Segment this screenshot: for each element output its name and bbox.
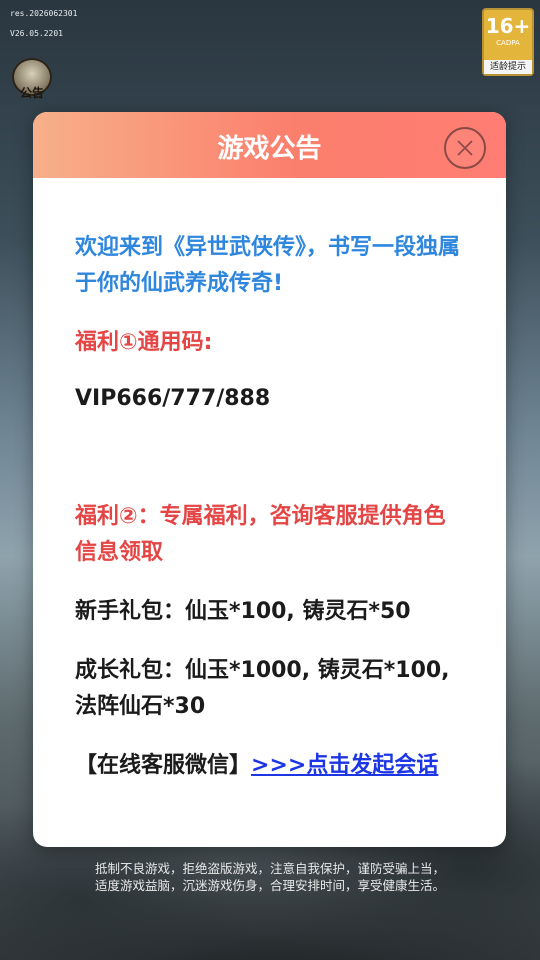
age-rating-badge[interactable]: 16+ CADPA 适龄提示 xyxy=(482,8,534,76)
build-app-version: V26.05.2201 xyxy=(10,29,63,38)
announcement-dialog: 游戏公告 欢迎来到《异世武侠传》，书写一段独属于你的仙武养成传奇! 福利①通用码… xyxy=(33,112,506,847)
health-advice-line-1: 抵制不良游戏，拒绝盗版游戏，注意自我保护，谨防受骗上当， xyxy=(94,861,445,876)
contact-line: 【在线客服微信】>>>点击发起会话 xyxy=(75,748,464,784)
contact-prefix: 【在线客服微信】 xyxy=(75,753,252,778)
dialog-title: 游戏公告 xyxy=(217,134,322,164)
age-rating-org: CADPA xyxy=(496,39,520,47)
health-advice-line-2: 适度游戏益脑，沉迷游戏伤身，合理安排时间，享受健康生活。 xyxy=(94,878,445,893)
dialog-header: 游戏公告 xyxy=(33,112,506,178)
benefit-1-title: 福利①通用码: xyxy=(75,330,213,355)
growth-pack-text: 成长礼包：仙玉*1000, 铸灵石*100, 法阵仙石*30 xyxy=(75,658,450,719)
newbie-pack-text: 新手礼包：仙玉*100, 铸灵石*50 xyxy=(75,599,411,624)
close-icon xyxy=(457,140,473,156)
close-button[interactable] xyxy=(444,127,486,169)
health-advice: 抵制不良游戏，拒绝盗版游戏，注意自我保护，谨防受骗上当， 适度游戏益脑，沉迷游戏… xyxy=(0,860,540,894)
build-info: res.2026062301 V26.05.2201 xyxy=(10,4,77,44)
benefit-1-code: VIP666/777/888 xyxy=(75,386,271,411)
age-rating-tip: 适龄提示 xyxy=(484,60,532,74)
build-res-version: res.2026062301 xyxy=(10,9,78,18)
dialog-body: 欢迎来到《异世武侠传》，书写一段独属于你的仙武养成传奇! 福利①通用码: VIP… xyxy=(33,178,506,784)
start-chat-link[interactable]: >>>点击发起会话 xyxy=(251,753,438,778)
notice-icon[interactable]: 公告 xyxy=(12,58,52,102)
benefit-2-title: 福利②：专属福利，咨询客服提供角色信息领取 xyxy=(75,504,446,565)
welcome-text: 欢迎来到《异世武侠传》，书写一段独属于你的仙武养成传奇! xyxy=(75,235,461,296)
age-rating-number: 16+ xyxy=(485,14,531,38)
notice-icon-label: 公告 xyxy=(19,86,44,100)
